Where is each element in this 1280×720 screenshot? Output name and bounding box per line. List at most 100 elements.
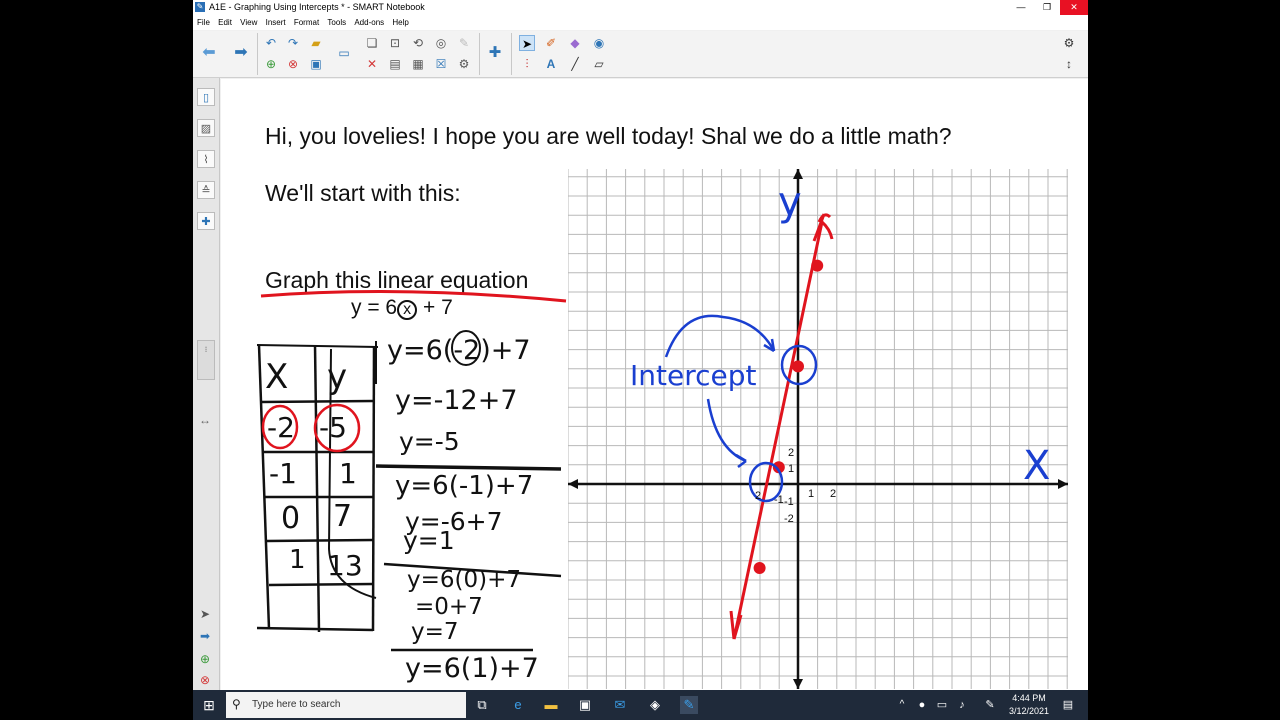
x-axis-label: X: [1023, 443, 1050, 489]
select-arrow-icon[interactable]: ➤: [197, 606, 213, 622]
app-pinned-icon[interactable]: ◈: [646, 696, 664, 714]
edge-icon[interactable]: e: [509, 696, 527, 714]
taskbar-search[interactable]: ⚲ Type here to search: [226, 692, 466, 718]
fit-page-icon[interactable]: ⟲: [410, 35, 426, 51]
work-line-2: y=-12+7: [395, 385, 518, 416]
restore-button[interactable]: ❐: [1034, 0, 1060, 15]
plotted-points: [753, 259, 824, 574]
table-icon[interactable]: ▦: [410, 56, 426, 72]
coordinate-graph: y X Intercept 2 1 -1 -1 -2 1 2 2: [568, 169, 1068, 689]
show-hidden-icons[interactable]: ^: [893, 696, 911, 714]
sidebar-move-icon[interactable]: ↔: [197, 412, 213, 428]
page-sorter-icon[interactable]: ▯: [197, 88, 215, 106]
attachments-icon[interactable]: ⌇: [197, 150, 215, 168]
add-page-icon[interactable]: ⊕: [263, 56, 279, 72]
y-axis-arrow: [793, 169, 803, 179]
table-top-border: [256, 344, 379, 348]
save-icon[interactable]: ▣: [308, 56, 324, 72]
table-middle-line: [313, 344, 321, 633]
table-cell-x-1: -1: [269, 457, 297, 490]
gallery-icon[interactable]: ▨: [197, 119, 215, 137]
sidebar-add-page-icon[interactable]: ⊕: [197, 651, 213, 667]
tick-label-7: 2: [755, 490, 761, 502]
fill-tool-icon[interactable]: ◉: [591, 35, 607, 51]
plotted-point-3: [811, 259, 824, 272]
menu-insert[interactable]: Insert: [266, 15, 286, 30]
eraser-icon[interactable]: ▱: [591, 56, 607, 72]
start-windows-icon[interactable]: ⊞: [200, 696, 218, 714]
work-line-8: =0+7: [415, 594, 483, 620]
smart-notebook-taskbar-icon[interactable]: ✎: [680, 696, 698, 714]
select-tool-icon[interactable]: ➤: [519, 35, 535, 51]
menu-format[interactable]: Format: [294, 15, 319, 30]
work-line-3: y=-5: [399, 427, 460, 456]
menu-tools[interactable]: Tools: [327, 15, 346, 30]
close-button[interactable]: ✕: [1060, 0, 1088, 15]
work-line-9: y=7: [411, 619, 459, 645]
y-axis-bottom-arrow: [793, 679, 803, 689]
line-top-arrow: [812, 213, 834, 242]
add-ons-icon[interactable]: ✚: [487, 45, 503, 61]
delete-icon[interactable]: ✕: [364, 56, 380, 72]
menu-view[interactable]: View: [240, 15, 257, 30]
graphed-line: [732, 221, 824, 640]
menu-bar: File Edit View Insert Format Tools Add-o…: [193, 15, 1088, 30]
undo-icon[interactable]: ↶: [263, 35, 279, 51]
task-view-icon[interactable]: ⧉: [473, 696, 491, 714]
smart-notebook-window: ✎ A1E - Graphing Using Intercepts * - SM…: [193, 0, 1088, 690]
volume-icon[interactable]: ♪: [953, 696, 971, 714]
next-page-icon[interactable]: ➡: [233, 45, 249, 61]
magic-pen-icon[interactable]: ✐: [543, 35, 559, 51]
tick-label-3: -1: [784, 496, 794, 508]
table-cell-y-2: 7: [333, 499, 353, 534]
open-folder-icon[interactable]: ▰: [308, 35, 324, 51]
file-explorer-icon[interactable]: ▬: [542, 696, 560, 714]
text-tool-icon[interactable]: A: [543, 56, 559, 72]
screen-shade-icon[interactable]: ▤: [387, 56, 403, 72]
toolbar-move-icon[interactable]: ↕: [1061, 56, 1077, 72]
paste-icon[interactable]: ❏: [364, 35, 380, 51]
clock-date[interactable]: 3/12/2021: [1007, 706, 1051, 716]
minimize-button[interactable]: —: [1008, 0, 1034, 15]
work-line-6: y=1: [403, 526, 455, 555]
menu-add-ons[interactable]: Add-ons: [354, 15, 384, 30]
display-screen-icon[interactable]: ▭: [336, 45, 352, 61]
tick-label-4: -2: [784, 513, 794, 525]
settings-gear-icon[interactable]: ⚙: [1061, 35, 1077, 51]
menu-edit[interactable]: Edit: [218, 15, 232, 30]
screen-capture-icon[interactable]: ⊡: [387, 35, 403, 51]
app-icon: ✎: [195, 2, 205, 12]
sidebar-collapse-icon[interactable]: ⁝: [197, 340, 215, 380]
highlighter-icon[interactable]: ◆: [567, 35, 583, 51]
x-axis-left-arrow: [568, 479, 578, 489]
add-ons-tab-icon[interactable]: ✚: [197, 212, 215, 230]
intercept-annotation: Intercept: [630, 359, 757, 392]
search-icon: ⚲: [232, 697, 241, 711]
annotation-arrow-bottom: [706, 398, 747, 463]
pens-icon[interactable]: ⫶: [519, 56, 535, 72]
document-camera-icon[interactable]: ◎: [433, 35, 449, 51]
previous-page-icon[interactable]: ⬅: [201, 45, 217, 61]
table-cell-y-0: -5: [319, 411, 347, 444]
delete-page-icon[interactable]: ⊗: [285, 56, 301, 72]
properties-icon[interactable]: ⚙: [456, 56, 472, 72]
store-icon[interactable]: ▣: [576, 696, 594, 714]
next-arrow-icon[interactable]: ➡: [197, 628, 213, 644]
line-tool-icon[interactable]: ╱: [567, 56, 583, 72]
notebook-page[interactable]: Hi, you lovelies! I hope you are well to…: [221, 79, 1088, 690]
pen-disabled-icon: ✎: [458, 36, 470, 50]
properties-tab-icon[interactable]: ≙: [197, 181, 215, 199]
pen-workspace-icon[interactable]: ✎: [981, 696, 999, 714]
tick-label-6: 2: [830, 488, 836, 500]
clock-time[interactable]: 4:44 PM: [1009, 693, 1049, 703]
annotation-arrow-top: [664, 314, 776, 358]
sidebar-delete-page-icon[interactable]: ⊗: [197, 672, 213, 688]
notifications-icon[interactable]: ▤: [1059, 696, 1077, 714]
menu-help[interactable]: Help: [392, 15, 408, 30]
menu-file[interactable]: File: [197, 15, 210, 30]
tick-label-0: 2: [788, 447, 794, 459]
network-icon[interactable]: ▭: [933, 696, 951, 714]
mail-icon[interactable]: ✉: [611, 696, 629, 714]
redo-icon[interactable]: ↷: [285, 35, 301, 51]
response-icon[interactable]: ☒: [433, 56, 449, 72]
